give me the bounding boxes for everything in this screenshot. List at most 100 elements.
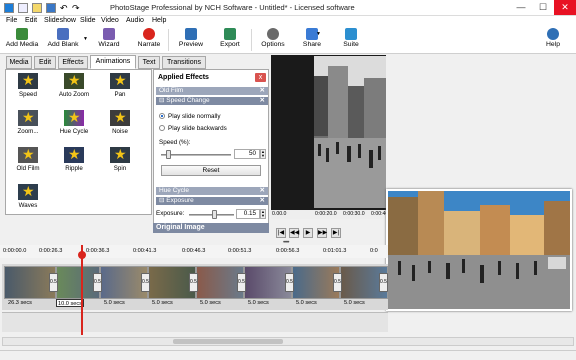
clip-duration[interactable]: 5.0 secs [296,299,317,307]
add-media-icon [16,28,28,40]
transition-marker[interactable]: 0.5 [189,273,198,292]
remove-speed-change-button[interactable]: ✕ [260,97,265,105]
go-to-start-button[interactable]: |◀ [276,228,286,238]
animation-ripple[interactable]: Ripple [54,146,94,179]
transition-marker[interactable]: 0.5 [49,273,58,292]
animation-zoom[interactable]: Zoom... [8,109,48,142]
tab-edit[interactable]: Edit [34,56,56,69]
scrollbar-thumb[interactable] [173,339,283,344]
preview-ruler: 0.00.0 0:00:20.0 0:00:30.0 0:00:40.0 [271,210,386,219]
window-title: PhotoStage Professional by NCH Software … [110,3,355,12]
clip-duration[interactable]: 5.0 secs [152,299,173,307]
transition-marker[interactable]: 0.5 [141,273,150,292]
animation-hue-cycle[interactable]: Hue Cycle [54,109,94,142]
go-to-end-button[interactable]: ▶| [331,228,341,238]
tab-text[interactable]: Text [138,56,160,69]
open-folder-icon[interactable] [32,3,42,13]
tab-animations[interactable]: Animations [90,55,136,69]
speed-label: Speed (%): [159,139,191,146]
narrate-button[interactable]: Narrate [134,27,164,53]
menu-edit[interactable]: Edit [25,16,37,26]
audio-track[interactable] [2,312,388,332]
animation-pan[interactable]: Pan [100,72,140,105]
help-button[interactable]: Help [538,27,568,53]
animation-spin[interactable]: Spin [100,146,140,179]
menu-audio[interactable]: Audio [126,16,144,26]
minimize-button[interactable]: — [510,0,532,15]
old-film-thumbnail [18,147,38,163]
add-media-button[interactable]: Add Media [3,27,41,53]
transition-marker[interactable]: 0.5 [93,273,102,292]
exposure-spinner[interactable]: ▲ ▼ [260,209,266,219]
timeline-scrollbar[interactable] [2,337,574,346]
options-button[interactable]: Options [258,27,288,53]
clip-duration-selected[interactable]: 10.0 secs [56,299,84,307]
fast-forward-button[interactable]: ▶▶ [317,228,327,238]
preview-button[interactable]: Preview [176,27,206,53]
tab-transitions[interactable]: Transitions [162,56,206,69]
animation-noise[interactable]: Noise [100,109,140,142]
timeline-ruler: 0:00:00.0 0:00:26.3 0:00:36.3 0:00:41.3 … [0,245,388,258]
close-panel-button[interactable]: x [255,73,266,82]
menu-slide[interactable]: Slide [80,16,96,26]
redo-icon[interactable]: ↷ [72,3,82,13]
clip-duration[interactable]: 5.0 secs [200,299,221,307]
rewind-button[interactable]: ◀◀ [289,228,299,238]
speed-field[interactable]: 50 [234,149,260,159]
menu-video[interactable]: Video [101,16,119,26]
clip-duration[interactable]: 26.3 secs [8,299,32,307]
suite-button[interactable]: Suite [336,27,366,53]
radio-unselected-icon [159,125,165,131]
bw-photo [314,56,386,208]
export-button[interactable]: Export [215,27,245,53]
suite-icon [345,28,357,40]
add-blank-button[interactable]: Add Blank [44,27,82,53]
section-old-film[interactable]: Old Film ✕ [156,87,268,95]
maximize-button[interactable]: ☐ [532,0,554,15]
applied-effects-panel: Applied Effects x Old Film ✕ ⊟ Speed Chan… [153,69,269,230]
animation-auto-zoom[interactable]: Auto Zoom [54,72,94,105]
save-icon[interactable] [46,3,56,13]
menu-file[interactable]: File [6,16,17,26]
new-file-icon[interactable] [18,3,28,13]
share-button[interactable]: Share [297,27,327,53]
color-photo [388,191,570,309]
section-exposure[interactable]: ⊟ Exposure ✕ [156,197,268,205]
undo-icon[interactable]: ↶ [60,3,70,13]
transition-marker[interactable]: 0.5 [285,273,294,292]
clip-duration[interactable]: 5.0 secs [248,299,269,307]
wizard-button[interactable]: Wizard [94,27,124,53]
transition-marker[interactable]: 0.5 [237,273,246,292]
close-button[interactable]: ✕ [554,0,576,15]
transition-marker[interactable]: 0.5 [333,273,342,292]
ripple-thumbnail [64,147,84,163]
animation-old-film[interactable]: Old Film [8,146,48,179]
play-normally-radio[interactable]: Play slide normally [159,113,221,120]
clip-duration[interactable]: 5.0 secs [104,299,125,307]
remove-exposure-button[interactable]: ✕ [260,197,265,205]
menu-slideshow[interactable]: Slideshow [44,16,76,26]
play-backwards-radio[interactable]: Play slide backwards [159,125,227,132]
remove-old-film-button[interactable]: ✕ [260,87,265,95]
tab-media[interactable]: Media [6,56,32,69]
reset-button[interactable]: Reset [161,165,261,176]
share-dropdown-icon[interactable]: ▼ [316,31,321,37]
animation-speed[interactable]: Speed [8,72,48,105]
clip-duration[interactable]: 5.0 secs [344,299,365,307]
exposure-field[interactable]: 0.15 [236,209,260,219]
play-button[interactable]: ▶ [303,228,313,238]
menu-help[interactable]: Help [152,16,166,26]
section-speed-change[interactable]: ⊟ Speed Change ✕ [156,97,268,105]
transition-marker[interactable]: 0.5 [379,273,388,292]
speed-spinner[interactable]: ▲ ▼ [260,149,266,159]
tab-effects[interactable]: Effects [58,56,88,69]
remove-hue-cycle-button[interactable]: ✕ [260,187,265,195]
animations-panel: Speed Auto Zoom Pan Zoom... Hue Cycle No… [5,69,152,215]
add-blank-dropdown-icon[interactable]: ▼ [83,36,88,42]
speed-slider[interactable] [161,154,231,156]
playhead-handle[interactable] [78,251,86,259]
section-hue-cycle[interactable]: Hue Cycle ✕ [156,187,268,195]
speed-slider-thumb[interactable] [166,150,171,159]
animation-waves[interactable]: Waves [8,183,48,214]
exposure-slider-thumb[interactable] [211,210,217,219]
